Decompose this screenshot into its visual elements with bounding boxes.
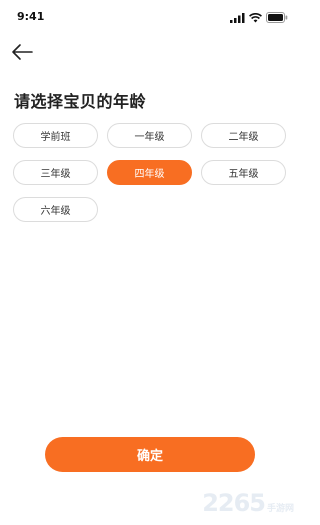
signal-icon — [230, 12, 245, 23]
confirm-button[interactable]: 确定 — [45, 437, 255, 472]
grade-option-label: 六年级 — [40, 206, 71, 217]
watermark-number: 2265 — [202, 489, 266, 517]
battery-icon — [266, 12, 288, 23]
grade-option-preschool[interactable]: 学前班 — [13, 123, 98, 148]
status-bar: 9:41 — [0, 0, 300, 36]
grade-option-grade-2[interactable]: 二年级 — [201, 123, 286, 148]
wifi-icon — [249, 12, 262, 22]
grade-option-grade-5[interactable]: 五年级 — [201, 160, 286, 185]
grade-option-grade-4[interactable]: 四年级 — [107, 160, 192, 185]
grade-option-grade-3[interactable]: 三年级 — [13, 160, 98, 185]
grade-option-grade-6[interactable]: 六年级 — [13, 197, 98, 222]
grade-option-label: 学前班 — [40, 132, 71, 143]
back-button[interactable] — [10, 42, 34, 62]
grade-option-grade-1[interactable]: 一年级 — [107, 123, 192, 148]
arrow-left-icon — [12, 44, 33, 60]
status-icons — [230, 12, 288, 23]
watermark-text: 手游网 — [266, 504, 294, 514]
status-time: 9:41 — [17, 10, 45, 23]
grade-option-label: 二年级 — [228, 132, 259, 143]
grade-option-label: 五年级 — [228, 169, 259, 180]
watermark-logo: 2265 手游网 — [202, 489, 294, 517]
grade-option-label: 三年级 — [40, 169, 71, 180]
page-title: 请选择宝贝的年龄 — [14, 92, 147, 111]
grade-option-label: 一年级 — [134, 132, 165, 143]
grade-option-label: 四年级 — [134, 169, 165, 180]
grade-options: 学前班 一年级 二年级 三年级 四年级 五年级 六年级 — [13, 123, 289, 222]
